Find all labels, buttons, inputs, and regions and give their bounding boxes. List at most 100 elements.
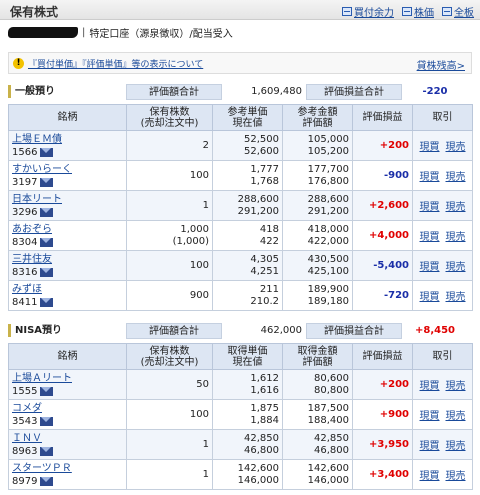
price-line2: 422 xyxy=(259,235,279,247)
price-line2: 46,800 xyxy=(244,444,279,456)
nisa-pl-total-value: +8,450 xyxy=(414,325,455,336)
column-header: 評価損益 xyxy=(352,343,413,370)
amount-cell: 42,850 46,800 xyxy=(282,429,353,460)
stock-name-link[interactable]: 上場ＥＭ債 xyxy=(12,133,126,146)
notice-bar: ! 『買付単価』『評価単価』等の表示について 貸株残高> xyxy=(8,52,472,74)
quantity-line1: 2 xyxy=(202,139,209,151)
quantity-line1: 1 xyxy=(202,438,209,450)
stock-name-link[interactable]: コメダ xyxy=(12,402,126,415)
stock-cell: あおぞら 8304 xyxy=(8,220,127,251)
sell-link[interactable]: 現売 xyxy=(446,172,466,183)
stock-code-row: 8963 xyxy=(12,445,126,458)
mail-icon[interactable] xyxy=(40,267,54,277)
order-board-link[interactable]: 全板 xyxy=(442,4,474,19)
stock-code: 8304 xyxy=(12,236,38,248)
amount-line1: 189,900 xyxy=(307,283,349,295)
account-info: | 特定口座（源泉徴収）/配当受入 xyxy=(8,24,233,40)
price-cell: 1,875 1,884 xyxy=(212,399,283,430)
mail-icon[interactable] xyxy=(40,207,54,217)
column-header: 銘柄 xyxy=(8,343,127,370)
mail-icon[interactable] xyxy=(40,386,54,396)
buy-link[interactable]: 現買 xyxy=(420,441,440,452)
buy-link[interactable]: 現買 xyxy=(420,381,440,392)
sell-link[interactable]: 現売 xyxy=(446,471,466,482)
profit-loss-cell: +200 xyxy=(352,130,413,161)
buying-power-link[interactable]: 買付余力 xyxy=(342,4,394,19)
amount-line2: 425,100 xyxy=(307,265,349,277)
sell-link[interactable]: 現売 xyxy=(446,292,466,303)
mail-icon[interactable] xyxy=(40,476,54,486)
stock-name-link[interactable]: 日本リート xyxy=(12,193,126,206)
buy-link[interactable]: 現買 xyxy=(420,411,440,422)
eval-total-value: 1,609,480 xyxy=(251,86,302,97)
stock-cell: 日本リート 3296 xyxy=(8,190,127,221)
stock-name-link[interactable]: みずほ xyxy=(12,283,126,296)
eval-total-label: 評価額合計 xyxy=(126,84,222,100)
price-line2: 146,000 xyxy=(237,474,279,486)
quantity-cell: 1,000 (1,000) xyxy=(126,220,213,251)
stock-code: 3296 xyxy=(12,206,38,218)
column-header: 取得単価 現在値 xyxy=(212,343,283,370)
price-display-notice-link[interactable]: 『買付単価』『評価単価』等の表示について xyxy=(28,57,203,70)
profit-loss-cell: +900 xyxy=(352,399,413,430)
sell-link[interactable]: 現売 xyxy=(446,441,466,452)
buy-link[interactable]: 現買 xyxy=(420,262,440,273)
sell-link[interactable]: 現売 xyxy=(446,262,466,273)
stock-name-link[interactable]: あおぞら xyxy=(12,223,126,236)
quantity-cell: 100 xyxy=(126,399,213,430)
stock-name-link[interactable]: 上場Ａリート xyxy=(12,372,126,385)
column-header: 取引 xyxy=(412,104,473,131)
calculator-icon xyxy=(342,7,352,16)
mail-icon[interactable] xyxy=(40,416,54,426)
mail-icon[interactable] xyxy=(40,297,54,307)
buy-link[interactable]: 現買 xyxy=(420,172,440,183)
lending-balance-link[interactable]: 貸株残高> xyxy=(417,57,465,72)
buy-link[interactable]: 現買 xyxy=(420,202,440,213)
mail-icon[interactable] xyxy=(40,237,54,247)
nisa-eval-total-label: 評価額合計 xyxy=(126,323,222,339)
price-line1: 1,875 xyxy=(250,402,279,414)
trade-actions: 現買 現売 xyxy=(412,160,473,191)
amount-line2: 46,800 xyxy=(314,444,349,456)
stock-name-link[interactable]: スターツＰＲ xyxy=(12,462,126,475)
price-cell: 418 422 xyxy=(212,220,283,251)
price-line1: 1,777 xyxy=(250,163,279,175)
mail-icon[interactable] xyxy=(40,177,54,187)
sell-link[interactable]: 現売 xyxy=(446,381,466,392)
stock-name-link[interactable]: すかいらーく xyxy=(12,163,126,176)
mail-icon[interactable] xyxy=(40,446,54,456)
amount-cell: 142,600 146,000 xyxy=(282,459,353,490)
pl-total-label: 評価損益合計 xyxy=(306,84,402,100)
account-type: 特定口座（源泉徴収）/配当受入 xyxy=(89,28,233,40)
amount-line2: 422,000 xyxy=(307,235,349,247)
sell-link[interactable]: 現売 xyxy=(446,411,466,422)
stock-code: 8963 xyxy=(12,445,38,457)
quantity-line1: 100 xyxy=(189,259,209,271)
stock-cell: すかいらーく 3197 xyxy=(8,160,127,191)
stock-name-link[interactable]: 三井住友 xyxy=(12,253,126,266)
buy-link[interactable]: 現買 xyxy=(420,142,440,153)
stock-price-link[interactable]: 株価 xyxy=(402,4,434,19)
column-header: 保有株数 (売却注文中) xyxy=(126,104,213,131)
buy-link[interactable]: 現買 xyxy=(420,292,440,303)
price-cell: 288,600 291,200 xyxy=(212,190,283,221)
sell-link[interactable]: 現売 xyxy=(446,142,466,153)
stock-cell: 上場ＥＭ債 1566 xyxy=(8,130,127,161)
buy-link[interactable]: 現買 xyxy=(420,232,440,243)
profit-loss-cell: +3,950 xyxy=(352,429,413,460)
title-bar: 保有株式 買付余力 株価 全板 xyxy=(0,0,480,20)
mail-icon[interactable] xyxy=(40,147,54,157)
stock-code: 8979 xyxy=(12,475,38,487)
profit-loss-cell: -900 xyxy=(352,160,413,191)
quantity-line1: 100 xyxy=(189,169,209,181)
stock-code: 8411 xyxy=(12,296,38,308)
stock-name-link[interactable]: ＩＮＶ xyxy=(12,432,126,445)
column-header: 銘柄 xyxy=(8,104,127,131)
amount-cell: 430,500 425,100 xyxy=(282,250,353,281)
trade-actions: 現買 現売 xyxy=(412,220,473,251)
stock-code: 3543 xyxy=(12,415,38,427)
sell-link[interactable]: 現売 xyxy=(446,202,466,213)
sell-link[interactable]: 現売 xyxy=(446,232,466,243)
price-line2: 4,251 xyxy=(250,265,279,277)
buy-link[interactable]: 現買 xyxy=(420,471,440,482)
